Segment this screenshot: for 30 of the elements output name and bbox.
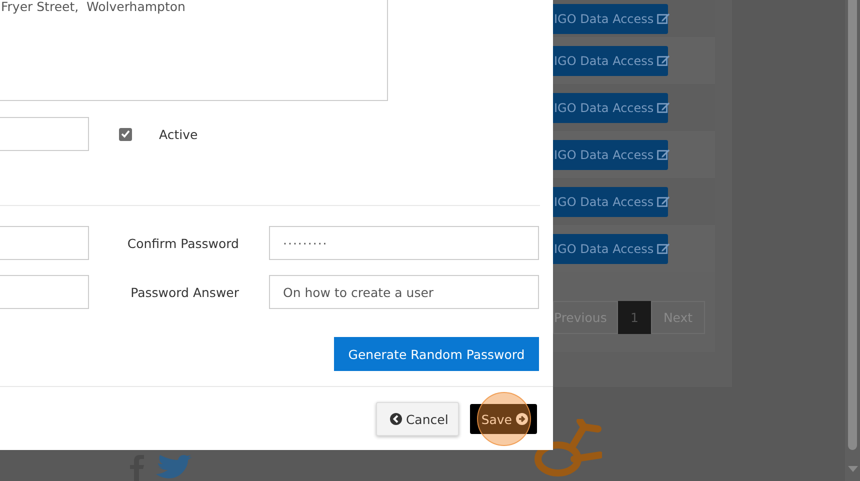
field-label: Confirm Password — [126, 236, 239, 250]
cancel-button[interactable]: Cancel — [376, 402, 460, 436]
input-field[interactable]: On how to create a user — [269, 275, 539, 309]
input-field[interactable] — [0, 117, 89, 151]
generate-password-button[interactable]: Generate Random Password — [334, 337, 539, 371]
scroll-down-icon[interactable] — [848, 466, 858, 472]
input-field[interactable] — [0, 275, 89, 309]
edit-icon — [656, 243, 670, 254]
password-field[interactable]: ········· — [269, 226, 539, 260]
bird-icon[interactable] — [154, 455, 192, 481]
edit-icon — [656, 102, 670, 113]
pagination-link[interactable]: 1 — [618, 301, 651, 334]
data-access-button[interactable]: IGO Data Access — [553, 140, 668, 170]
active-checkbox[interactable] — [119, 128, 132, 140]
edit-icon — [656, 55, 670, 66]
save-button[interactable]: Save — [470, 404, 537, 434]
input-field[interactable] — [0, 226, 89, 260]
edit-icon — [656, 13, 670, 24]
field-label: Password Answer — [130, 284, 239, 300]
scrollbar[interactable] — [845, 0, 860, 481]
active-label: Active — [159, 126, 198, 142]
data-access-button[interactable]: IGO Data Access — [553, 92, 668, 122]
forward-arrow-icon — [516, 413, 528, 425]
edit-icon — [656, 149, 670, 160]
data-access-button[interactable]: IGO Data Access — [553, 4, 668, 34]
data-access-button[interactable]: IGO Data Access — [553, 46, 668, 76]
data-access-button[interactable]: IGO Data Access — [553, 186, 668, 216]
address-field[interactable]: Fryer Street, Wolverhampton — [0, 0, 388, 101]
edit-icon — [656, 196, 670, 207]
data-access-button[interactable]: IGO Data Access — [553, 234, 668, 264]
